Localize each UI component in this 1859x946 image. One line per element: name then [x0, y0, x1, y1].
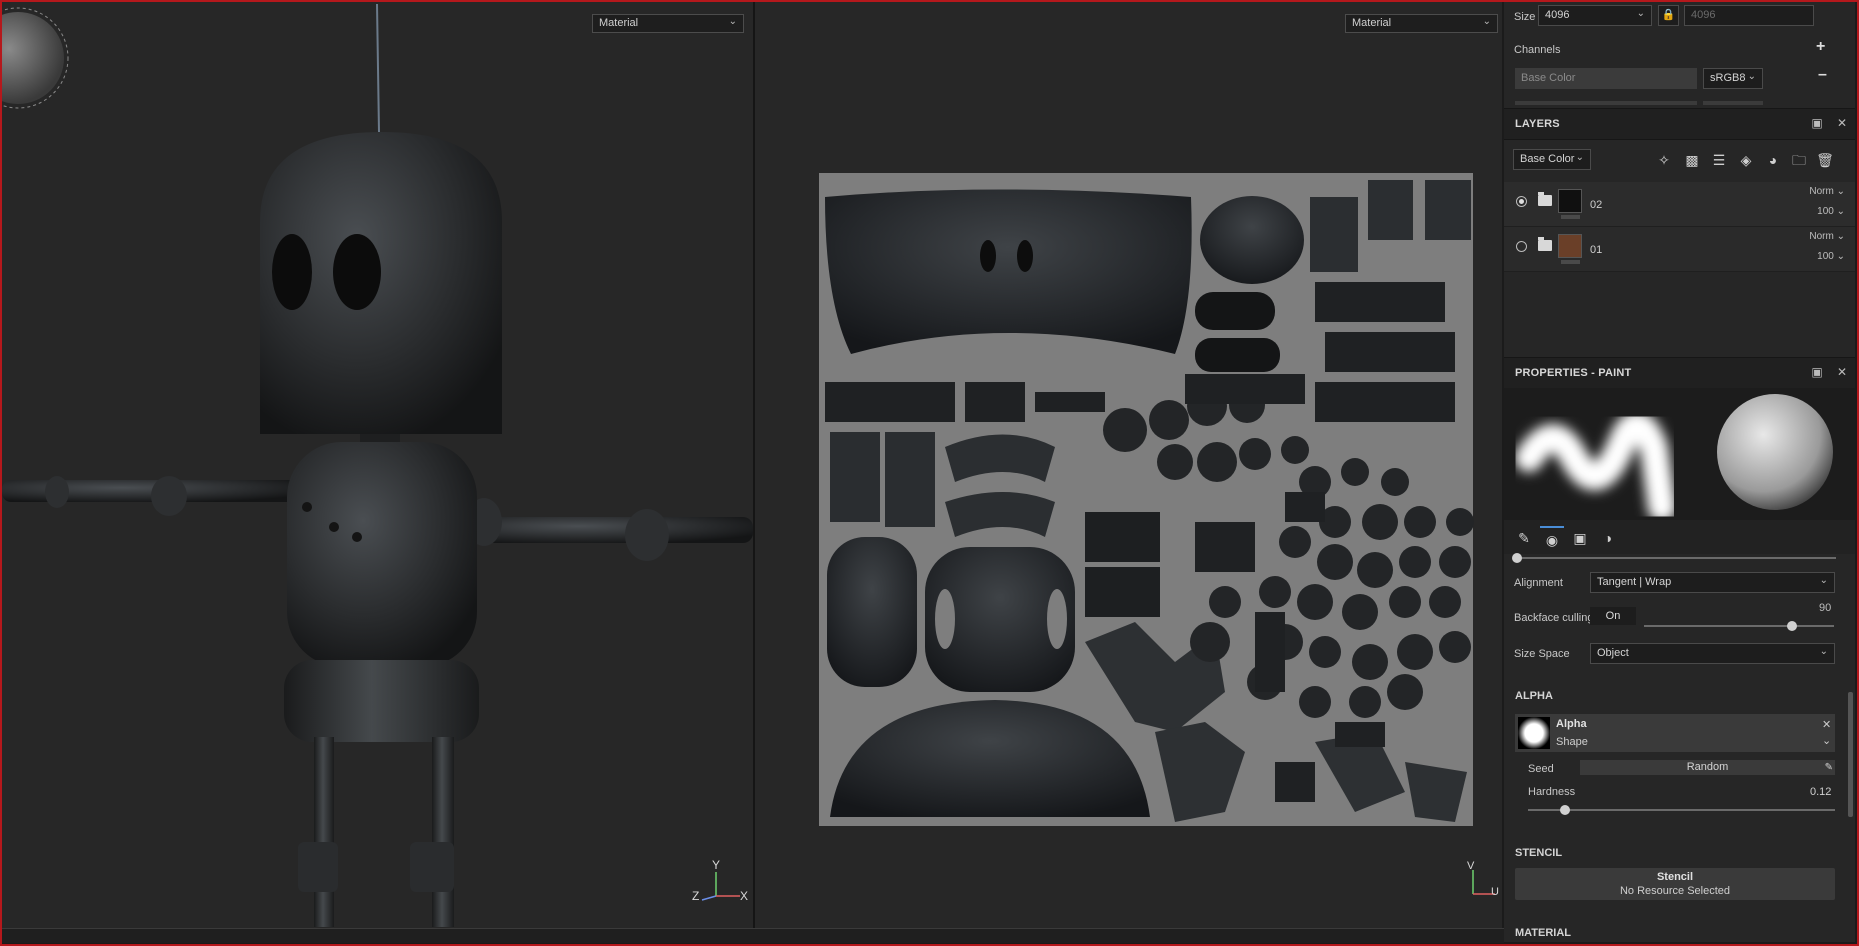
- window-frame: [0, 0, 1859, 946]
